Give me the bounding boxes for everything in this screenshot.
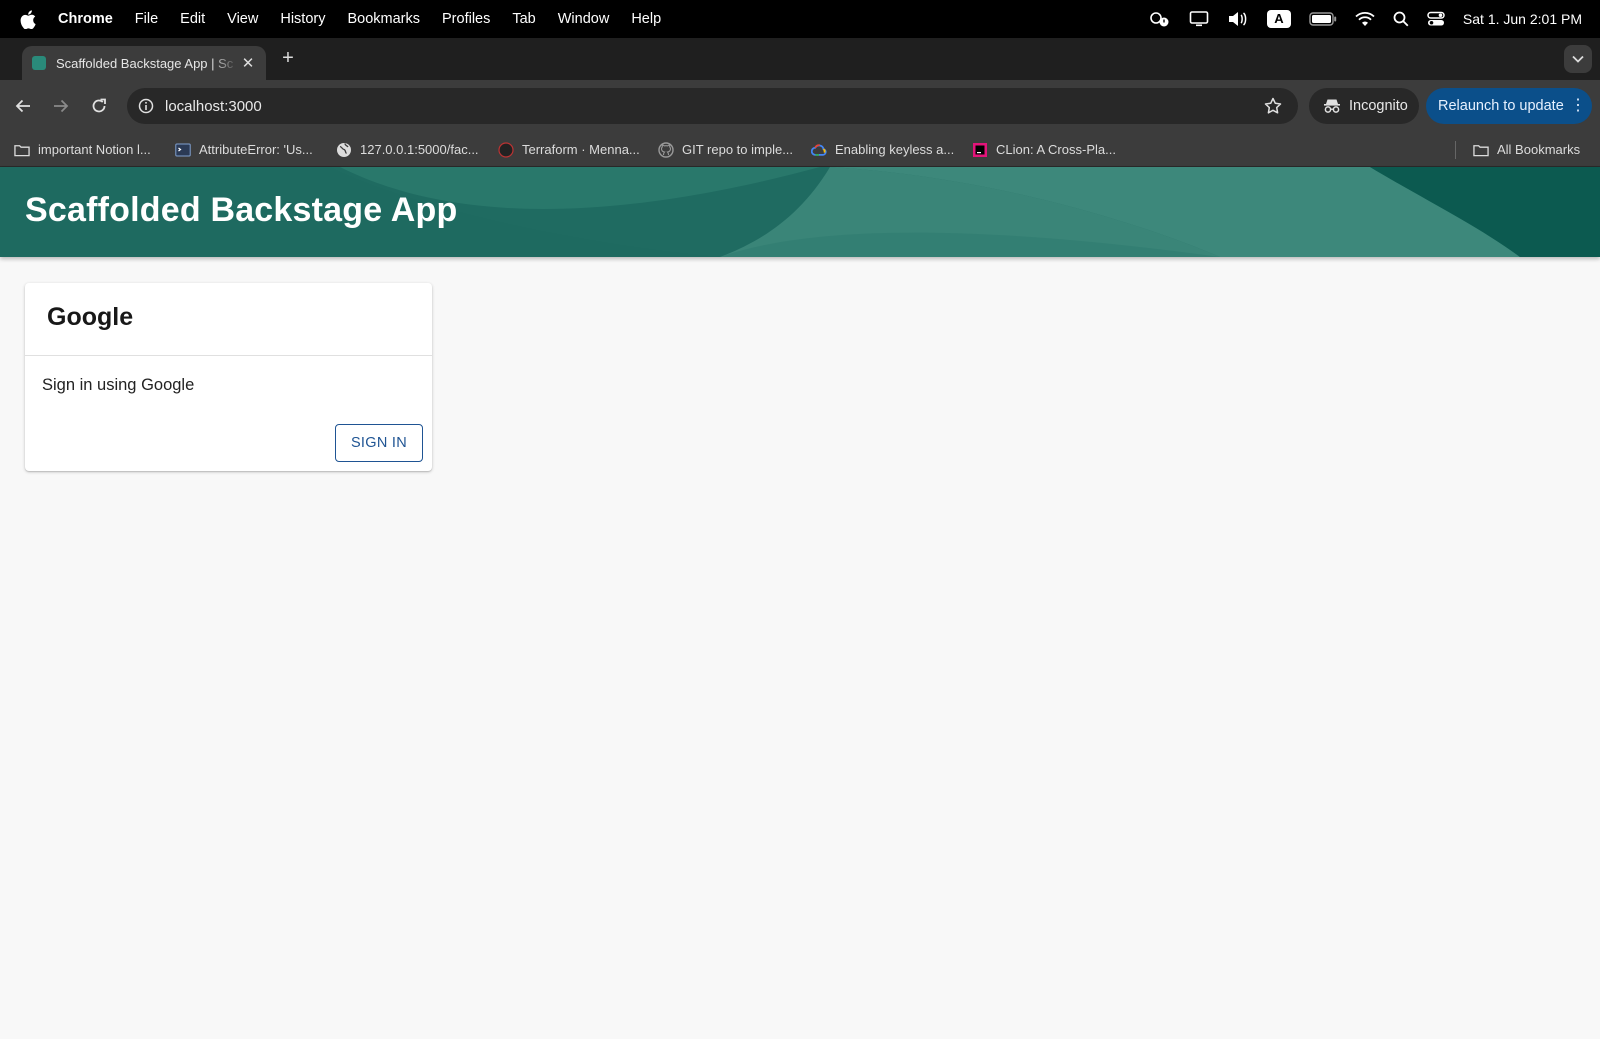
bookmark-label: CLion: A Cross-Pla... [996, 142, 1116, 157]
browser-toolbar: localhost:3000 Incognito Relaunch to upd… [0, 80, 1600, 132]
globe-icon [336, 142, 352, 158]
close-tab-icon[interactable]: ✕ [238, 54, 258, 72]
back-button[interactable] [10, 93, 36, 119]
wifi-icon[interactable] [1355, 11, 1375, 27]
menu-app-chrome[interactable]: Chrome [58, 11, 113, 27]
incognito-label: Incognito [1349, 98, 1408, 114]
arrow-left-icon [15, 99, 30, 113]
bookmark-star-icon[interactable] [1264, 97, 1284, 115]
forward-button[interactable] [48, 93, 74, 119]
menu-edit[interactable]: Edit [180, 11, 205, 27]
all-bookmarks-label: All Bookmarks [1497, 142, 1581, 157]
bookmark-item-localhost[interactable]: 127.0.0.1:5000/fac... [336, 132, 479, 167]
browser-tab-active[interactable]: Scaffolded Backstage App | Sc ✕ [22, 46, 266, 80]
volume-icon[interactable] [1227, 10, 1249, 28]
menu-view[interactable]: View [227, 11, 258, 27]
github-dark-icon [498, 141, 514, 158]
app-title: Scaffolded Backstage App [25, 191, 458, 229]
bookmark-label: important Notion l... [38, 142, 151, 157]
folder-icon [14, 142, 30, 158]
screen-time-icon[interactable] [1149, 10, 1171, 28]
chevron-down-icon [1572, 55, 1584, 63]
address-bar[interactable]: localhost:3000 [127, 88, 1298, 124]
incognito-icon [1323, 98, 1341, 114]
bookmark-label: GIT repo to imple... [682, 142, 794, 157]
new-tab-button[interactable]: + [277, 46, 299, 70]
bookmark-item-terraform[interactable]: Terraform · Menna... [498, 132, 640, 167]
bookmark-item-git-repo[interactable]: GIT repo to imple... [658, 132, 793, 167]
menu-profiles[interactable]: Profiles [442, 11, 490, 27]
control-center-icon[interactable] [1427, 11, 1445, 27]
site-info-icon[interactable] [137, 97, 155, 115]
menu-tab[interactable]: Tab [512, 11, 535, 27]
display-icon[interactable] [1189, 10, 1209, 28]
browser-tab-strip: Scaffolded Backstage App | Sc ✕ [0, 38, 1600, 80]
menu-window[interactable]: Window [558, 11, 610, 27]
terminal-window-icon [175, 142, 191, 158]
menu-bookmarks[interactable]: Bookmarks [347, 11, 420, 27]
menu-bar-status-area: A Sat 1. Jun 2:01 PM [1131, 0, 1600, 38]
address-url[interactable]: localhost:3000 [165, 98, 1264, 115]
menu-bar-clock[interactable]: Sat 1. Jun 2:01 PM [1463, 11, 1582, 27]
sign-in-button[interactable]: SIGN IN [335, 424, 423, 462]
tab-title: Scaffolded Backstage App | Sc [56, 55, 234, 71]
incognito-indicator[interactable]: Incognito [1309, 88, 1419, 124]
bookmarks-separator [1455, 141, 1456, 159]
all-bookmarks-button[interactable]: All Bookmarks [1473, 132, 1580, 167]
bookmark-item-keyless[interactable]: Enabling keyless a... [811, 132, 954, 167]
apple-logo-icon[interactable] [20, 9, 38, 29]
bookmark-label: AttributeError: 'Us... [199, 142, 313, 157]
folder-icon [1473, 142, 1489, 158]
relaunch-label: Relaunch to update [1438, 98, 1564, 114]
menu-help[interactable]: Help [631, 11, 661, 27]
spotlight-search-icon[interactable] [1393, 11, 1409, 27]
macos-menu-bar: Chrome File Edit View History Bookmarks … [0, 0, 1600, 38]
tab-search-button[interactable] [1564, 45, 1592, 73]
bookmark-item-notion[interactable]: important Notion l... [14, 132, 151, 167]
bookmark-item-attributeerror[interactable]: AttributeError: 'Us... [175, 132, 313, 167]
card-title: Google [47, 303, 134, 331]
page-header: Scaffolded Backstage App [0, 167, 1600, 257]
bookmark-item-clion[interactable]: CLion: A Cross-Pla... [972, 132, 1116, 167]
google-sign-in-card: Google Sign in using Google SIGN IN [25, 283, 432, 471]
input-source-label: A [1266, 10, 1291, 28]
bookmarks-bar: important Notion l... AttributeError: 'U… [0, 132, 1600, 167]
card-divider [25, 355, 432, 356]
card-description: Sign in using Google [42, 376, 195, 394]
battery-icon[interactable] [1309, 12, 1337, 26]
clion-logo-icon [972, 142, 988, 158]
relaunch-to-update-button[interactable]: Relaunch to update ⋮ [1426, 88, 1592, 124]
bookmark-label: Enabling keyless a... [835, 142, 955, 157]
arrow-right-icon [54, 99, 69, 113]
github-icon [658, 141, 674, 158]
menu-history[interactable]: History [280, 11, 325, 27]
menu-file[interactable]: File [135, 11, 158, 27]
bookmark-label: 127.0.0.1:5000/fac... [360, 142, 479, 157]
more-menu-icon[interactable]: ⋮ [1570, 98, 1586, 114]
reload-icon [92, 98, 106, 113]
reload-button[interactable] [86, 93, 112, 119]
bookmark-label: Terraform · Menna... [522, 142, 640, 157]
google-cloud-icon [811, 142, 827, 158]
input-source-icon[interactable]: A [1266, 10, 1291, 28]
backstage-favicon-icon [32, 56, 46, 70]
